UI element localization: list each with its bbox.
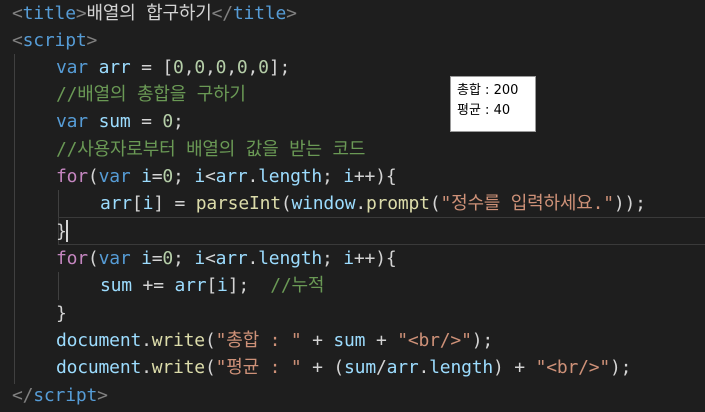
average-result-text: 평균 : 40 [457,103,511,118]
code-line-12: } [56,303,67,324]
code-line-1: <title>배열의 합구하기</title> [12,3,297,24]
code-line-5: var sum = 0; [56,111,184,132]
code-line-9: } [56,221,67,242]
indent-guide [58,190,59,218]
code-line-6: //사용자로부터 배열의 값을 받는 코드 [56,139,366,160]
code-line-11: sum += arr[i]; //누적 [100,275,325,296]
code-line-10: for(var i=0; i<arr.length; i++){ [56,248,397,269]
result-output-popup: 총합 : 200 평균 : 40 [450,76,536,132]
code-line-4: //배열의 총합을 구하기 [56,84,246,105]
code-line-14: document.write("평균 : " + (sum/arr.length… [56,357,632,378]
code-editor[interactable]: <title>배열의 합구하기</title> <script> var arr… [0,0,705,412]
code-line-15: </script> [12,385,108,406]
code-line-7: for(var i=0; i<arr.length; i++){ [56,166,397,187]
indent-guide [58,272,59,300]
sum-result-text: 총합 : 200 [457,83,519,98]
code-line-2: <script> [12,30,98,51]
indent-guide [14,54,15,384]
code-line-13: document.write("총합 : " + sum + "<br/>"); [56,330,493,351]
code-line-8: arr[i] = parseInt(window.prompt("정수를 입력하… [100,193,646,214]
code-line-3: var arr = [0,0,0,0,0]; [56,57,291,78]
current-line-highlight [58,217,705,245]
